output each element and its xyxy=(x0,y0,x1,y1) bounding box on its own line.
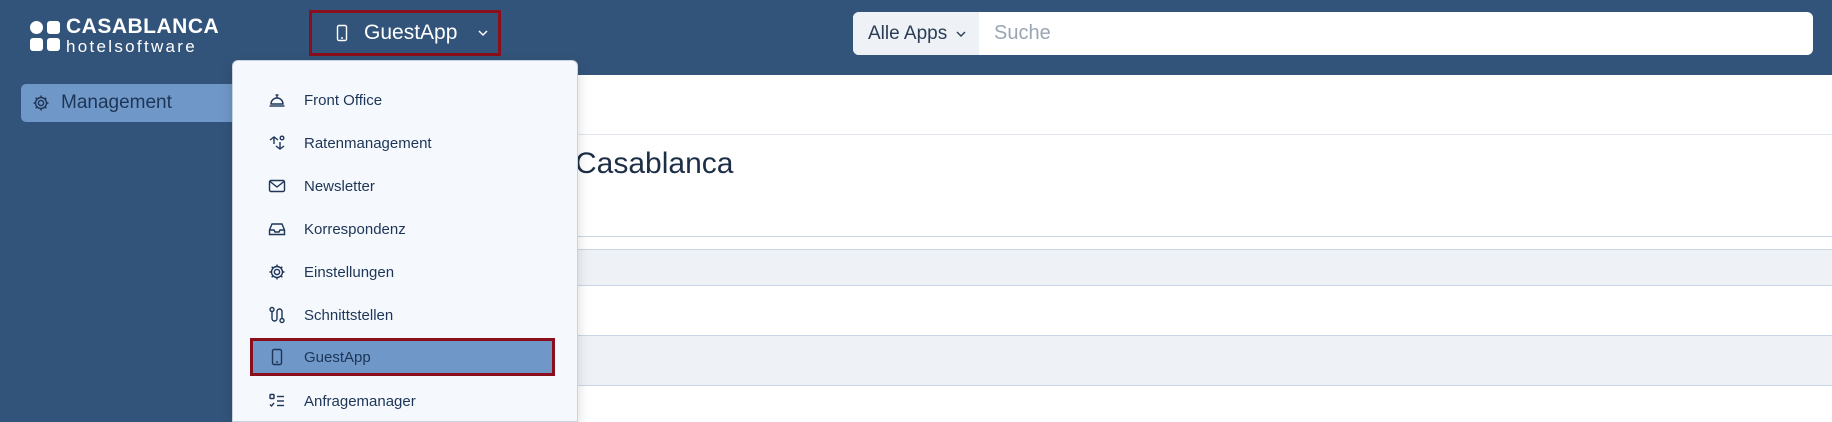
chevron-down-icon xyxy=(473,23,493,43)
menu-item-front-office[interactable]: Front Office xyxy=(250,81,555,119)
bell-icon xyxy=(267,90,287,110)
app-menu-dropdown: Front Office Ratenmanagement Newsletter … xyxy=(232,60,578,422)
menu-item-label: Ratenmanagement xyxy=(304,134,432,152)
gear-icon xyxy=(31,93,51,113)
menu-item-schnittstellen[interactable]: Schnittstellen xyxy=(250,296,555,334)
menu-item-label: Einstellungen xyxy=(304,263,395,281)
menu-item-anfragemanager[interactable]: Anfragemanager xyxy=(250,382,555,420)
logo-line1: CASABLANCA xyxy=(66,15,220,38)
checklist-icon xyxy=(267,391,287,411)
logo-mark-icon xyxy=(30,20,60,51)
menu-item-korrespondenz[interactable]: Korrespondenz xyxy=(250,210,555,248)
menu-item-ratenmanagement[interactable]: Ratenmanagement xyxy=(250,124,555,162)
page-title: Casablanca xyxy=(575,147,734,180)
phone-icon xyxy=(267,347,287,367)
phone-icon xyxy=(332,23,352,43)
inbox-icon xyxy=(267,219,287,239)
chevron-down-icon xyxy=(951,24,971,44)
search-bar: Alle Apps xyxy=(853,12,1813,55)
menu-item-label: GuestApp xyxy=(304,348,371,366)
search-scope-select[interactable]: Alle Apps xyxy=(853,12,979,55)
sidebar-item-label: Management xyxy=(61,92,172,113)
menu-item-newsletter[interactable]: Newsletter xyxy=(250,167,555,205)
menu-item-guestapp[interactable]: GuestApp xyxy=(250,338,555,376)
search-input[interactable] xyxy=(979,12,1813,55)
sidebar-item-management[interactable]: Management xyxy=(21,84,251,122)
rate-icon xyxy=(267,133,287,153)
logo-line2: hotelsoftware xyxy=(66,37,198,56)
mail-icon xyxy=(267,176,287,196)
menu-item-label: Korrespondenz xyxy=(304,220,406,238)
app-switcher-label: GuestApp xyxy=(364,21,458,44)
search-scope-label: Alle Apps xyxy=(868,22,948,44)
gear-icon xyxy=(267,262,287,282)
route-icon xyxy=(267,305,287,325)
menu-item-label: Newsletter xyxy=(304,177,375,195)
menu-item-einstellungen[interactable]: Einstellungen xyxy=(250,253,555,291)
menu-item-label: Anfragemanager xyxy=(304,392,416,410)
casablanca-logo[interactable]: CASABLANCA hotelsoftware xyxy=(30,16,219,55)
app-switcher-button[interactable]: GuestApp xyxy=(309,10,501,56)
menu-item-label: Schnittstellen xyxy=(304,306,394,324)
menu-item-label: Front Office xyxy=(304,91,383,109)
